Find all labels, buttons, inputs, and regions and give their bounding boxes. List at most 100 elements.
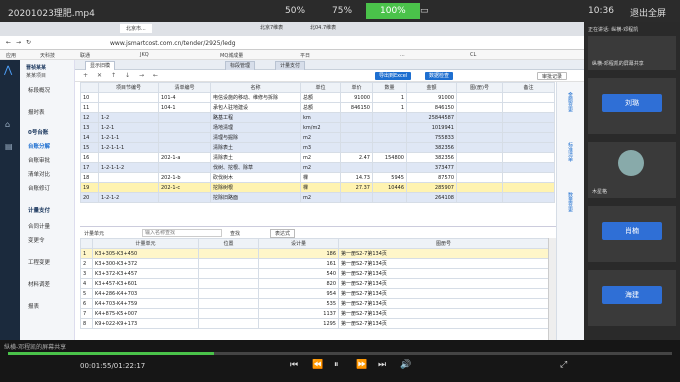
next-icon[interactable]: ⏭ [378, 360, 386, 370]
cell-n[interactable]: 11 [80, 102, 99, 113]
table-row[interactable]: 16 202-1-a 清除表土 m2 2.47 154800 382356 [80, 152, 555, 163]
table-row[interactable]: 14 1-2-1-1 清理与掘除 m2 755833 [80, 132, 555, 143]
cell-amt[interactable]: 755833 [406, 132, 457, 143]
cell-unit[interactable]: 总额 [300, 92, 341, 103]
cell-unit[interactable]: K3+457-K3+601 [92, 278, 199, 289]
cell-amt[interactable]: 285907 [406, 182, 457, 193]
cell-n[interactable]: 16 [80, 152, 99, 163]
cell-book[interactable]: 第一册S2-7第134页 [338, 278, 549, 289]
delete-icon[interactable]: ✕ [97, 72, 102, 79]
cell-price[interactable]: 27.37 [340, 182, 373, 193]
cell-n[interactable]: 3 [80, 268, 93, 279]
cell-code[interactable]: 1-2-1-1-2 [98, 162, 159, 173]
tab-show-old[interactable]: 显示旧模 [85, 61, 116, 70]
cell-price[interactable] [340, 162, 373, 173]
cell-name[interactable]: 路基工程 [210, 112, 301, 123]
table-row[interactable]: 3 K3+372-K3+457 540 第一册S2-7第134页 [80, 268, 549, 279]
cell-bill[interactable]: 202-1-b [158, 172, 211, 183]
cell-note[interactable] [502, 122, 555, 133]
cell-code[interactable] [98, 152, 159, 163]
cell-n[interactable]: 6 [80, 298, 93, 309]
cell-drawing[interactable] [456, 172, 503, 183]
cell-unit[interactable]: km [300, 112, 341, 123]
cell-unit[interactable]: m3 [300, 142, 341, 153]
cell-bill[interactable]: 104-1 [158, 102, 211, 113]
cell-bill[interactable] [158, 112, 211, 123]
nav-item-ledger-approve[interactable]: 台账审批 [28, 156, 50, 164]
table-row[interactable]: 15 1-2-1-1-1 清除表土 m3 382356 [80, 142, 555, 153]
cell-unit[interactable]: K4+875-K5+007 [92, 308, 199, 319]
cell-note[interactable] [502, 192, 555, 203]
cell-qty[interactable]: 1295 [258, 318, 339, 329]
cell-bill[interactable] [158, 122, 211, 133]
cell-name[interactable]: 场地清理 [210, 122, 301, 133]
back-icon[interactable]: ← [6, 39, 11, 46]
cell-note[interactable] [502, 112, 555, 123]
cell-unit[interactable]: K9+022-K9+173 [92, 318, 199, 329]
cell-n[interactable]: 14 [80, 132, 99, 143]
forward-icon[interactable]: ⏩ [356, 360, 367, 370]
cell-unit[interactable]: km/m2 [300, 122, 341, 133]
table-row[interactable]: 5 K4+286-K4+703 954 第一册S2-7第134页 [80, 288, 549, 299]
cell-amt[interactable]: 264108 [406, 192, 457, 203]
cell-book[interactable]: 第一册S2-7第134页 [338, 258, 549, 269]
nav-item-revise[interactable]: 台账修订 [28, 184, 50, 192]
cell-price[interactable] [340, 122, 373, 133]
tab-payment[interactable]: 计量支付 [275, 61, 306, 70]
cell-name[interactable]: 承包人驻地建设 [210, 102, 301, 113]
cell-price[interactable] [340, 112, 373, 123]
cell-bill[interactable]: 101-4 [158, 92, 211, 103]
cell-pos[interactable] [198, 268, 259, 279]
bookmark[interactable]: MQ城成量 [220, 52, 243, 59]
cell-name[interactable]: 砍伐树木 [210, 172, 301, 183]
col-header[interactable]: 计量单元 [92, 238, 199, 249]
cell-pos[interactable] [198, 298, 259, 309]
cell-qty[interactable]: 1137 [258, 308, 339, 319]
cell-amt[interactable]: 373477 [406, 162, 457, 173]
participant-card[interactable]: 肖楠 [588, 206, 676, 262]
speed-75[interactable]: 75% [332, 6, 352, 16]
table-row[interactable]: 2 K3+300-K3+372 161 第一册S2-7第134页 [80, 258, 549, 269]
col-header[interactable]: 位置 [198, 238, 259, 249]
cell-pos[interactable] [198, 308, 259, 319]
cell-n[interactable]: 12 [80, 112, 99, 123]
nav-section-ledger[interactable]: 0号台账 [28, 128, 48, 136]
side-label[interactable]: 数量变更 [567, 192, 574, 212]
bookmark[interactable]: 平日 [300, 52, 310, 59]
doc-icon[interactable]: ▤ [5, 142, 15, 152]
fullscreen-icon[interactable]: ⤢ [560, 360, 567, 370]
nav-item-material[interactable]: 材料调差 [28, 280, 50, 288]
cell-n[interactable]: 2 [80, 258, 93, 269]
cell-code[interactable]: 1-2-1 [98, 122, 159, 133]
cell-qty[interactable] [372, 142, 407, 153]
cell-amt[interactable]: 87570 [406, 172, 457, 183]
cell-drawing[interactable] [456, 92, 503, 103]
cell-pos[interactable] [198, 318, 259, 329]
nav-item-eng-change[interactable]: 工程变更 [28, 258, 50, 266]
browser-tab[interactable]: 北04.7维表 [310, 24, 336, 31]
cell-pos[interactable] [198, 278, 259, 289]
table-row[interactable]: 18 202-1-b 砍伐树木棵 14.73 5945 87570 [80, 172, 555, 183]
cell-drawing[interactable] [456, 122, 503, 133]
col-header[interactable]: 单价 [340, 82, 373, 93]
side-label[interactable]: 金额变更 [567, 92, 574, 112]
cell-unit[interactable]: K4+703-K4+759 [92, 298, 199, 309]
up-icon[interactable]: ↑ [111, 72, 116, 79]
cell-qty[interactable] [372, 132, 407, 143]
bookmark[interactable]: 联通 [80, 52, 90, 59]
table-row[interactable]: 8 K9+022-K9+173 1295 第一册S2-7第134页 [80, 318, 549, 329]
cell-qty[interactable]: 1 [372, 102, 407, 113]
cell-n[interactable]: 7 [80, 308, 93, 319]
table-row[interactable]: 4 K3+457-K3+601 820 第一册S2-7第134页 [80, 278, 549, 289]
cell-book[interactable]: 第一册S2-7第134页 [338, 248, 549, 259]
cell-n[interactable]: 18 [80, 172, 99, 183]
cell-drawing[interactable] [456, 132, 503, 143]
table-row[interactable]: 11 104-1 承包人驻地建设 总额 846150 1 846150 [80, 102, 555, 113]
cell-unit[interactable]: m2 [300, 132, 341, 143]
cell-note[interactable] [502, 182, 555, 193]
cell-amt[interactable]: 91000 [406, 92, 457, 103]
cell-amt[interactable]: 382356 [406, 142, 457, 153]
side-label[interactable]: 标准清单 [567, 142, 574, 162]
cell-qty[interactable]: 154800 [372, 152, 407, 163]
cell-price[interactable]: 14.73 [340, 172, 373, 183]
